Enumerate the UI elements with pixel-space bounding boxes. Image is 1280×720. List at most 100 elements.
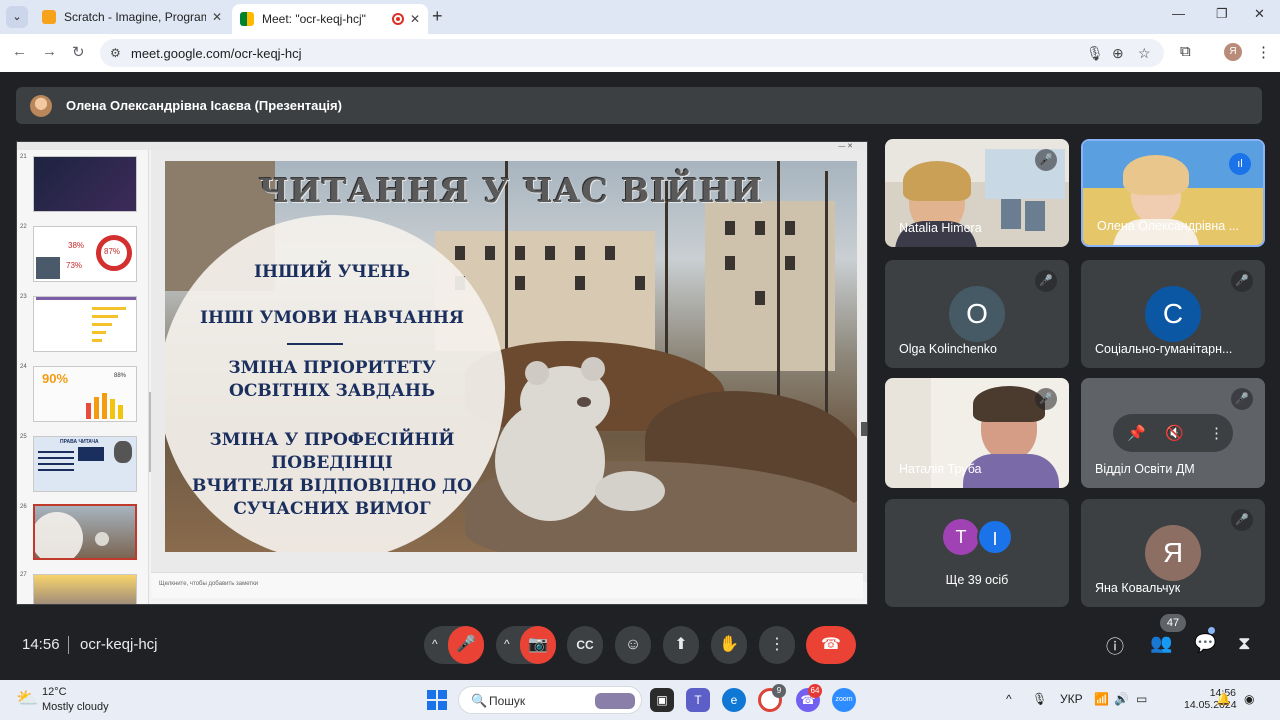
browser-tab-bar: ⌄ Scratch - Imagine, Program, Sha ✕ Meet… xyxy=(0,0,1280,34)
slide-thumbnail-selected[interactable] xyxy=(33,504,137,560)
shared-screen[interactable]: — ✕ 21 22 38% 87% 73% 23 24 90% 88% 25 П… xyxy=(16,141,868,605)
slide-thumbnail[interactable]: 38% 87% 73% xyxy=(33,226,137,282)
close-tab-icon[interactable]: ✕ xyxy=(212,10,222,24)
weather-temp[interactable]: 12°C xyxy=(42,686,67,698)
raise-hand-button[interactable]: ✋ xyxy=(711,626,747,664)
participant-name: Відділ Освіти ДМ xyxy=(1095,462,1195,476)
thumb-number: 21 xyxy=(20,154,27,160)
volume-icon[interactable]: 🔊 xyxy=(1114,692,1129,706)
thumb-text: 88% xyxy=(114,373,127,379)
slide-thumbnail[interactable] xyxy=(33,296,137,352)
mic-toggle-button[interactable]: 🎤 xyxy=(448,626,484,664)
thumb-number: 24 xyxy=(20,364,27,370)
omnibox[interactable]: ⚙ meet.google.com/ocr-keqj-hcj 🎙 ⊕ ☆ xyxy=(100,39,1164,67)
close-window-icon[interactable]: ✕ xyxy=(1254,6,1265,22)
pin-icon[interactable]: 📌 xyxy=(1127,424,1146,442)
participant-tile[interactable]: C 🎤 Соціально-гуманітарн... xyxy=(1081,260,1265,368)
slide-thumbnail[interactable] xyxy=(33,574,137,604)
edge-icon[interactable]: e xyxy=(722,688,746,712)
participant-name: Олена Олександрівна ... xyxy=(1097,219,1240,233)
thumb-text: 87% xyxy=(104,247,121,256)
tab-meet[interactable]: Meet: "ocr-keqj-hcj" ✕ xyxy=(232,4,428,34)
divider xyxy=(287,343,343,345)
reload-icon[interactable]: ↻ xyxy=(72,43,85,61)
chevron-up-icon[interactable]: ^ xyxy=(504,637,510,651)
participant-tile[interactable]: 🎤 Natalia Himera xyxy=(885,139,1069,247)
battery-icon[interactable]: ▭ xyxy=(1136,692,1147,706)
chrome-badge: 9 xyxy=(772,684,786,698)
microphone-icon[interactable]: 🎙 xyxy=(1086,45,1104,62)
more-options-button[interactable]: ⋮ xyxy=(759,626,795,664)
meeting-code: ocr-keqj-hcj xyxy=(80,636,158,653)
people-icon[interactable]: 👥 xyxy=(1150,633,1172,654)
notification-bell-icon[interactable]: 🔔 xyxy=(1216,692,1231,706)
participant-tile[interactable]: 🎤 Наталія Труба xyxy=(885,378,1069,488)
language-indicator[interactable]: УКР xyxy=(1060,692,1083,706)
activities-icon[interactable]: ⧗ xyxy=(1238,633,1251,654)
speaking-indicator-icon: ıl xyxy=(1229,153,1251,175)
emoji-button[interactable]: ☺ xyxy=(615,626,651,664)
current-slide: ЧИТАННЯ У ЧАС ВІЙНИ ІНШИЙ УЧЕНЬ ІНШІ УМО… xyxy=(165,161,857,552)
new-tab-icon[interactable]: + xyxy=(432,6,443,27)
slide-scrollbar[interactable] xyxy=(861,422,867,436)
chat-icon[interactable]: 💬 xyxy=(1194,633,1216,654)
taskbar-search[interactable]: 🔍 Пошук xyxy=(458,686,642,714)
text-circle: ІНШИЙ УЧЕНЬ ІНШІ УМОВИ НАВЧАННЯ ЗМІНА ПР… xyxy=(165,215,505,552)
profile-avatar[interactable]: Я xyxy=(1224,43,1242,61)
avatar: Я xyxy=(1145,525,1201,581)
tab-scratch[interactable]: Scratch - Imagine, Program, Sha ✕ xyxy=(34,4,230,30)
slide-title: ЧИТАННЯ У ЧАС ВІЙНИ xyxy=(258,171,764,210)
mute-participant-icon[interactable]: 🔇 xyxy=(1165,424,1184,442)
leave-call-button[interactable]: ☎ xyxy=(806,626,856,664)
participant-tile[interactable]: ıl Олена Олександрівна ... xyxy=(1081,139,1265,247)
zoom-app-icon[interactable]: zoom xyxy=(832,688,856,712)
participant-name: Olga Kolinchenko xyxy=(899,342,997,356)
chevron-up-icon[interactable]: ^ xyxy=(432,637,438,651)
browser-menu-icon[interactable]: ⋮ xyxy=(1256,43,1271,61)
forward-icon[interactable]: → xyxy=(42,43,57,60)
captions-button[interactable]: CC xyxy=(567,626,603,664)
participant-tile-more[interactable]: T I Ще 39 осіб xyxy=(885,499,1069,607)
slide-thumbnail[interactable]: 90% 88% xyxy=(33,366,137,422)
close-tab-icon[interactable]: ✕ xyxy=(410,12,420,26)
mic-off-icon: 🎤 xyxy=(1231,388,1253,410)
tray-mic-icon[interactable]: 🎙 xyxy=(1032,692,1047,706)
minimize-icon[interactable]: — xyxy=(1172,6,1185,21)
thumb-text: 73% xyxy=(66,261,83,270)
extensions-icon[interactable]: ⧉ xyxy=(1180,43,1191,60)
tray-overflow-icon[interactable]: ^ xyxy=(1006,692,1012,706)
weather-icon[interactable]: ⛅ xyxy=(16,688,38,709)
meeting-info-icon[interactable]: ⓘ xyxy=(1106,633,1124,659)
url-text[interactable]: meet.google.com/ocr-keqj-hcj xyxy=(131,46,302,61)
present-button[interactable]: ⬆ xyxy=(663,626,699,664)
slide-thumbnail[interactable] xyxy=(33,156,137,212)
slide-line: СУЧАСНИХ ВИМОГ xyxy=(233,499,431,519)
slide-line: ОСВІТНІХ ЗАВДАНЬ xyxy=(229,381,435,401)
site-settings-icon[interactable]: ⚙ xyxy=(110,46,124,60)
thumb-text: 38% xyxy=(68,241,85,250)
restore-icon[interactable]: ❐ xyxy=(1216,6,1228,22)
weather-description[interactable]: Mostly cloudy xyxy=(42,701,109,713)
participant-name: Соціально-гуманітарн... xyxy=(1095,342,1233,356)
participant-tile[interactable]: O 🎤 Olga Kolinchenko xyxy=(885,260,1069,368)
thumb-number: 22 xyxy=(20,224,27,230)
back-icon[interactable]: ← xyxy=(12,43,27,60)
tab-search-icon[interactable]: ⌄ xyxy=(6,6,28,28)
more-options-icon[interactable]: ⋮ xyxy=(1209,424,1224,442)
wifi-icon[interactable]: 📶 xyxy=(1094,692,1109,706)
bookmark-star-icon[interactable]: ☆ xyxy=(1138,45,1151,62)
participant-tile[interactable]: 🎤 📌 🔇 ⋮ Відділ Освіти ДМ xyxy=(1081,378,1265,488)
slide-line: ІНШІ УМОВИ НАВЧАННЯ xyxy=(200,308,464,328)
teams-icon[interactable]: T xyxy=(686,688,710,712)
camera-toggle-button[interactable]: 📷 xyxy=(520,626,556,664)
zoom-icon[interactable]: ⊕ xyxy=(1112,45,1124,62)
meeting-time: 14:56 xyxy=(22,636,60,653)
participant-tile[interactable]: Я 🎤 Яна Ковальчук xyxy=(1081,499,1265,607)
search-icon: 🔍 xyxy=(471,693,488,708)
task-view-icon[interactable]: ▣ xyxy=(650,688,674,712)
windows-start-icon[interactable] xyxy=(427,690,447,710)
participant-name: Яна Ковальчук xyxy=(1095,581,1181,595)
slide-thumbnail[interactable]: ПРАВА ЧИТАЧА xyxy=(33,436,137,492)
notes-pane[interactable]: Щелкните, чтобы добавить заметки xyxy=(151,572,863,598)
copilot-icon[interactable]: ◉ xyxy=(1244,692,1254,706)
